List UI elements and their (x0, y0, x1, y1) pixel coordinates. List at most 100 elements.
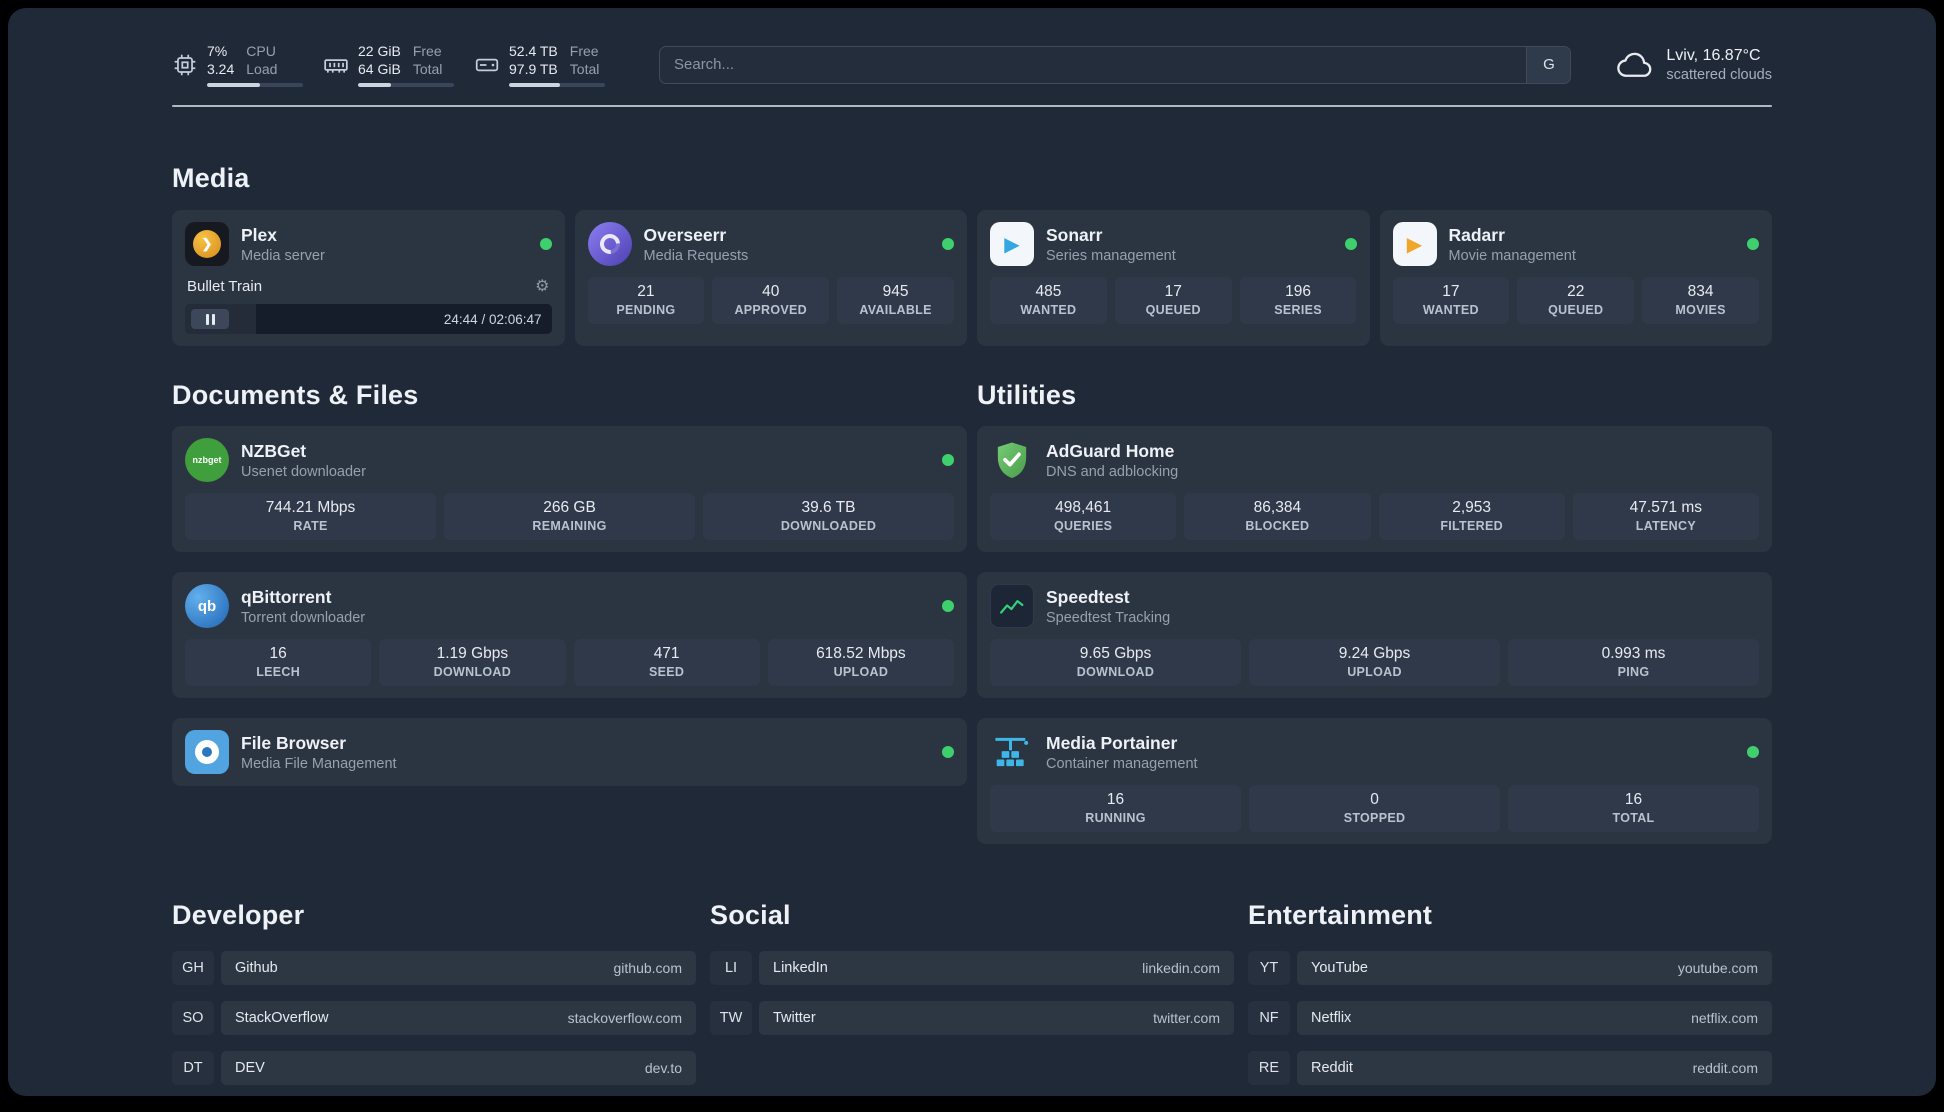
status-indicator (1747, 746, 1759, 759)
bookmark-netflix[interactable]: NF Netflix netflix.com (1248, 1001, 1772, 1036)
cpu-label-2: Load (246, 61, 278, 78)
stat-tile: 39.6 TB DOWNLOADED (703, 493, 954, 541)
section-title-utilities: Utilities (977, 380, 1077, 411)
stat-tile: 86,384 BLOCKED (1184, 493, 1371, 541)
stat-tile: 9.24 Gbps UPLOAD (1249, 639, 1500, 687)
section-title-developer: Developer (172, 900, 305, 931)
stat-tile: 834 MOVIES (1642, 277, 1759, 325)
stat-tile: 1.19 Gbps DOWNLOAD (379, 639, 566, 687)
ram-total: 64 GiB (358, 61, 401, 78)
app-name: Sonarr (1046, 224, 1103, 245)
app-subtitle: Media server (241, 247, 325, 264)
app-name: Radarr (1448, 224, 1505, 245)
gear-icon[interactable]: ⚙ (535, 276, 549, 296)
disk-total: 97.9 TB (509, 61, 558, 78)
status-indicator (942, 600, 954, 613)
search-provider-button[interactable]: G (1526, 46, 1571, 83)
cpu-label-1: CPU (246, 43, 276, 59)
disk-free: 52.4 TB (509, 43, 558, 59)
app-name: AdGuard Home (1046, 440, 1175, 461)
app-subtitle: Media Requests (643, 247, 749, 264)
stat-tile: 945 AVAILABLE (837, 277, 954, 325)
bookmark-stackoverflow[interactable]: SO StackOverflow stackoverflow.com (172, 1001, 696, 1036)
nzbget-icon: nzbget (185, 438, 229, 483)
stat-tile: 266 GB REMAINING (444, 493, 695, 541)
app-card-adguard[interactable]: AdGuard Home DNS and adblocking 498,461 Q… (977, 426, 1772, 553)
stat-tile: 485 WANTED (990, 277, 1107, 325)
disk-bar (509, 83, 605, 88)
bookmarks-developer: Developer GH Github github.com SO StackOv… (172, 900, 696, 1086)
app-subtitle: Container management (1046, 755, 1198, 772)
status-indicator (942, 746, 954, 759)
weather-widget: Lviv, 16.87°C scattered clouds (1615, 47, 1772, 83)
stat-tile: 9.65 Gbps DOWNLOAD (990, 639, 1241, 687)
weather-location: Lviv, 16.87°C (1666, 46, 1761, 64)
ram-icon (323, 52, 349, 78)
status-indicator (1344, 238, 1357, 251)
stat-tile: 618.52 Mbps UPLOAD (767, 639, 954, 687)
stat-tile: 22 QUEUED (1517, 277, 1635, 325)
app-card-overseerr[interactable]: Overseerr Media Requests 21 PENDING 40 APP… (574, 210, 967, 347)
app-subtitle: Speedtest Tracking (1046, 609, 1171, 626)
qbittorrent-icon: qb (185, 584, 229, 629)
stat-tile: 471 SEED (573, 639, 760, 687)
app-card-plex[interactable]: ❯ Plex Media server Bullet Train ⚙ 24:44… (172, 210, 565, 347)
radarr-icon: ▶ (1392, 222, 1437, 267)
portainer-icon (990, 730, 1034, 774)
bookmark-twitter[interactable]: TW Twitter twitter.com (710, 1001, 1234, 1036)
app-name: Plex (241, 224, 277, 245)
documents-column: Documents & Files nzbget NZBGet Usenet d… (172, 380, 967, 844)
app-name: qBittorrent (241, 586, 332, 607)
status-indicator (539, 238, 552, 251)
disk-label-1: Free (569, 43, 599, 59)
app-card-sonarr[interactable]: ▶ Sonarr Series management 485 WANTED 17 Q… (977, 210, 1370, 347)
app-card-filebrowser[interactable]: File Browser Media File Management (172, 718, 967, 787)
stat-tile: 40 APPROVED (712, 277, 830, 325)
ram-widget: 22 GiB 64 GiB Free Total (323, 42, 454, 88)
app-name: Overseerr (643, 224, 727, 245)
section-title-entertainment: Entertainment (1248, 900, 1433, 931)
section-title-media: Media (172, 163, 250, 194)
plex-now-playing: Bullet Train ⚙ 24:44 / 02:06:47 (185, 276, 552, 335)
stat-tile: 744.21 Mbps RATE (185, 493, 436, 541)
section-title-social: Social (710, 900, 791, 931)
bookmark-linkedin[interactable]: LI LinkedIn linkedin.com (710, 951, 1234, 986)
bookmark-reddit[interactable]: RE Reddit reddit.com (1248, 1051, 1772, 1086)
section-title-documents: Documents & Files (172, 380, 419, 411)
stat-tile: 17 WANTED (1392, 277, 1510, 325)
stat-tile: 47.571 ms LATENCY (1572, 493, 1759, 541)
ram-label-1: Free (412, 43, 442, 59)
search-input[interactable] (660, 46, 1527, 83)
bookmark-github[interactable]: GH Github github.com (172, 951, 696, 986)
app-card-radarr[interactable]: ▶ Radarr Movie management 17 WANTED 22 QUE… (1379, 210, 1772, 347)
status-indicator (942, 238, 954, 251)
app-subtitle: Media File Management (241, 755, 397, 772)
cpu-load: 3.24 (207, 61, 235, 78)
app-name: Media Portainer (1046, 732, 1178, 753)
adguard-shield-icon (990, 438, 1034, 482)
stat-tile: 0 STOPPED (1249, 785, 1500, 833)
bookmark-youtube[interactable]: YT YouTube youtube.com (1248, 951, 1772, 986)
stat-tile: 0.993 ms PING (1508, 639, 1759, 687)
app-card-qbittorrent[interactable]: qb qBittorrent Torrent downloader 16 LEEC… (172, 572, 967, 699)
stat-tile: 17 QUEUED (1114, 277, 1232, 325)
cpu-widget: 7% 3.24 CPU Load (172, 42, 303, 88)
bookmarks-entertainment: Entertainment YT YouTube youtube.com NF N… (1248, 900, 1772, 1086)
bookmarks-social: Social LI LinkedIn linkedin.com TW Twitte… (710, 900, 1234, 1085)
ram-bar (358, 83, 454, 88)
pause-button[interactable] (191, 309, 229, 330)
filebrowser-icon (185, 730, 229, 775)
playback-progress-bar[interactable]: 24:44 / 02:06:47 (185, 304, 552, 335)
app-subtitle: Series management (1046, 247, 1176, 264)
app-card-speedtest[interactable]: Speedtest Speedtest Tracking 9.65 Gbps DO… (977, 572, 1772, 699)
stat-tile: 196 SERIES (1239, 277, 1357, 325)
stat-tile: 498,461 QUERIES (990, 493, 1177, 541)
plex-icon: ❯ (185, 222, 229, 267)
app-subtitle: DNS and adblocking (1046, 463, 1179, 480)
app-card-portainer[interactable]: Media Portainer Container management 16 R… (977, 718, 1772, 845)
app-name: File Browser (241, 732, 347, 753)
weather-condition: scattered clouds (1666, 66, 1772, 83)
bookmark-dev[interactable]: DT DEV dev.to (172, 1051, 696, 1086)
app-card-nzbget[interactable]: nzbget NZBGet Usenet downloader 744.21 M… (172, 426, 967, 553)
cpu-usage: 7% (207, 43, 228, 59)
